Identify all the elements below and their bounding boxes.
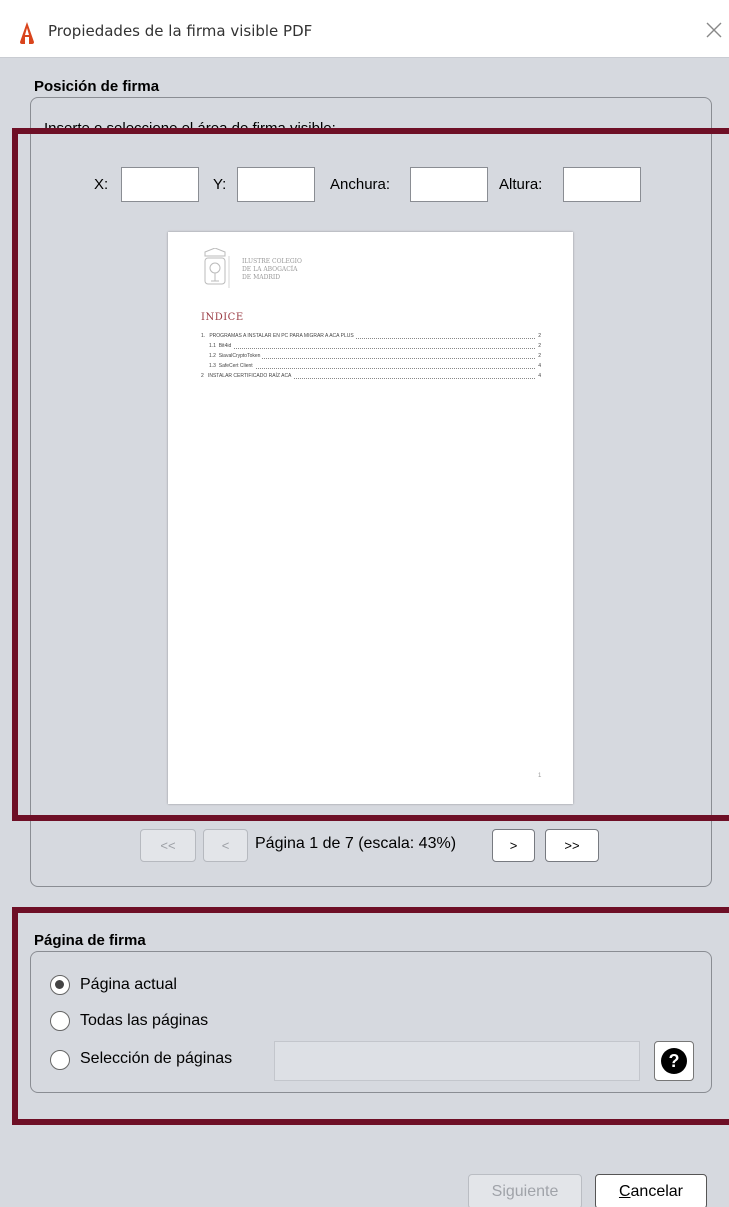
close-icon[interactable] — [706, 22, 722, 38]
cancel-button[interactable]: Cancelar — [595, 1174, 707, 1207]
next-button[interactable]: Siguiente — [468, 1174, 582, 1207]
next-page-button[interactable]: > — [492, 829, 535, 862]
first-page-button[interactable]: << — [140, 829, 196, 862]
title-bar: Propiedades de la firma visible PDF — [0, 0, 729, 58]
prev-page-button[interactable]: < — [203, 829, 248, 862]
window-title: Propiedades de la firma visible PDF — [48, 22, 313, 40]
position-section-title: Posición de firma — [34, 78, 160, 95]
cancel-label: ancelar — [630, 1183, 684, 1200]
highlight-frame-page — [12, 907, 729, 1125]
cancel-mnemonic: C — [618, 1183, 631, 1200]
page-info-label: Página 1 de 7 (escala: 43%) — [255, 835, 457, 852]
highlight-frame-position — [12, 128, 729, 821]
last-page-button[interactable]: >> — [545, 829, 599, 862]
app-logo-icon — [20, 22, 34, 44]
